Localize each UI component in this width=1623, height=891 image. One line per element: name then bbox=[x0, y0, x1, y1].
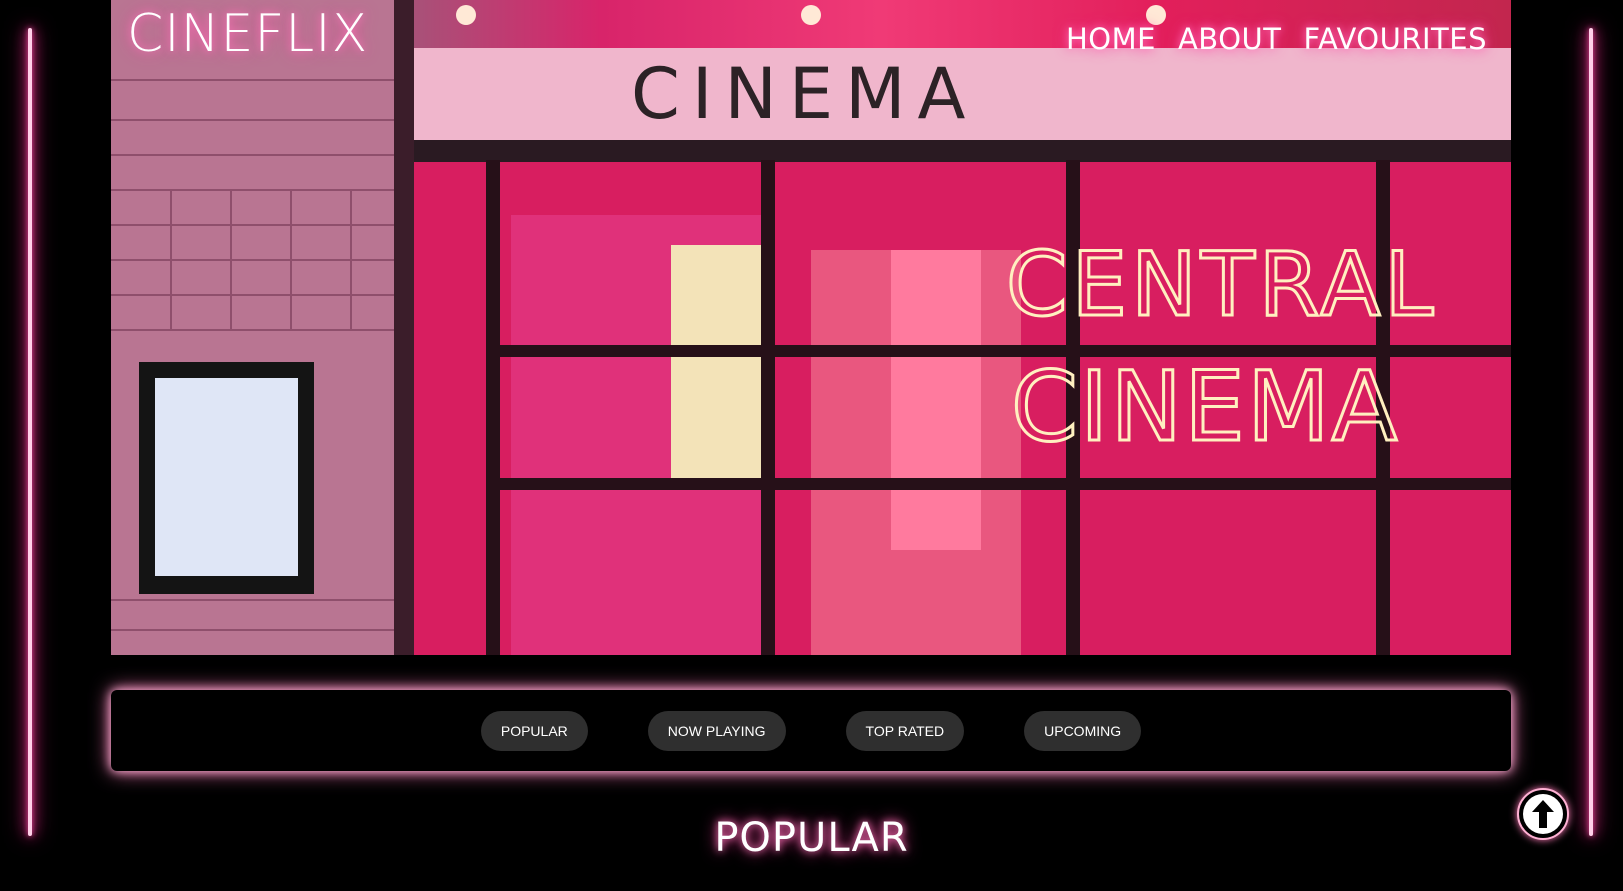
nav-favourites[interactable]: FAVOURITES bbox=[1303, 22, 1487, 56]
nav-about[interactable]: ABOUT bbox=[1178, 22, 1282, 56]
marquee-text: CINEMA bbox=[631, 53, 977, 135]
category-now-playing-button[interactable]: NOW PLAYING bbox=[647, 710, 786, 751]
nav-home[interactable]: HOME bbox=[1066, 22, 1156, 56]
brand-logo[interactable]: CINEFLIX bbox=[127, 4, 368, 64]
neon-sign-line1: CENTRAL bbox=[1006, 233, 1437, 336]
hero-image: CINEMA CENTRAL CINEMA bbox=[111, 0, 1511, 655]
scroll-to-top-button[interactable] bbox=[1517, 788, 1569, 840]
category-bar: POPULAR NOW PLAYING TOP RATED UPCOMING bbox=[111, 690, 1511, 771]
left-neon-bar bbox=[28, 28, 32, 836]
cinema-illustration: CINEMA CENTRAL CINEMA bbox=[111, 0, 1511, 655]
category-upcoming-button[interactable]: UPCOMING bbox=[1024, 710, 1142, 751]
section-title: POPULAR bbox=[714, 815, 909, 861]
category-popular-button[interactable]: POPULAR bbox=[480, 710, 588, 751]
arrow-up-icon bbox=[1523, 794, 1563, 834]
right-neon-bar bbox=[1589, 28, 1593, 836]
main-nav: HOME ABOUT FAVOURITES bbox=[1066, 22, 1487, 56]
page: CINEMA CENTRAL CINEMA CINEFLIX HOME ABOU… bbox=[0, 0, 1623, 891]
neon-sign-line2: CINEMA bbox=[1011, 351, 1399, 463]
category-top-rated-button[interactable]: TOP RATED bbox=[845, 710, 965, 751]
